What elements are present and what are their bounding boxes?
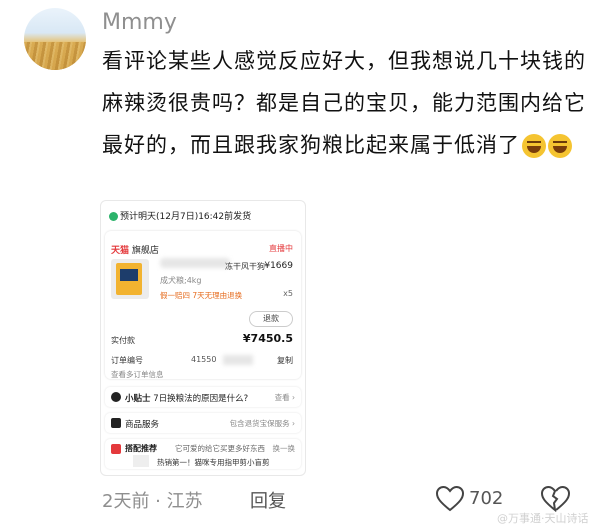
order-card: 天猫 旗舰店 直播中 冻干风干狗 ¥1669 成犬粮;4kg 假一赔四 7天无理… xyxy=(105,231,301,379)
reply-button[interactable]: 回复 xyxy=(250,487,286,513)
thumbs-up-icon xyxy=(111,444,121,454)
reco-item-title: 热销第一！猫咪专用指甲剪小盲剪 xyxy=(157,458,270,467)
tip-question: 7日换粮法的原因是什么? xyxy=(153,394,249,404)
play-icon xyxy=(111,392,121,402)
product-spec: 成犬粮;4kg xyxy=(160,276,202,285)
shipping-text: 预计明天(12月7日)16:42前发货 xyxy=(120,212,252,222)
store-suffix: 旗舰店 xyxy=(131,246,159,256)
shipping-info: 预计明天(12月7日)16:42前发货 xyxy=(109,209,297,222)
heart-icon[interactable] xyxy=(436,486,464,512)
shield-icon xyxy=(111,418,121,428)
product-price: ¥1669 xyxy=(264,261,293,271)
quantity: x5 xyxy=(283,289,293,298)
order-number: 41550 xyxy=(191,355,217,364)
username[interactable]: Mmmy xyxy=(102,10,177,35)
service-text: 包含退货宝保服务 › xyxy=(229,419,295,428)
reco-refresh: 换一换 xyxy=(272,444,296,453)
product-image xyxy=(111,259,149,299)
laughing-sweat-emoji-icon xyxy=(548,134,572,158)
tmall-logo: 天猫 xyxy=(111,246,130,256)
tip-section: 小贴士 7日换粮法的原因是什么? 查看 › xyxy=(105,387,301,407)
reco-title: 搭配推荐 xyxy=(125,444,157,453)
like-count: 702 xyxy=(469,488,504,509)
paid-amount: ¥7450.5 xyxy=(242,332,293,345)
blurred-product-name xyxy=(160,258,230,268)
truck-icon xyxy=(109,212,118,221)
blurred-order-number xyxy=(223,355,253,365)
comment-text: 看评论某些人感觉反应好大，但我想说几十块钱的麻辣烫很贵吗？都是自己的宝贝，能力范… xyxy=(102,40,592,166)
order-label: 订单编号 xyxy=(111,356,143,365)
service-section: 商品服务 包含退货宝保服务 › xyxy=(105,413,301,433)
broken-heart-icon[interactable] xyxy=(540,486,570,512)
user-avatar[interactable] xyxy=(24,8,86,70)
reco-item-thumbnail xyxy=(133,455,149,467)
service-tags: 假一赔四 7天无理由退换 xyxy=(160,291,243,300)
product-name: 冻干风干狗 xyxy=(225,262,265,271)
paid-label: 实付款 xyxy=(111,336,135,345)
laughing-sweat-emoji-icon xyxy=(522,134,546,158)
copy-button: 复制 xyxy=(277,356,293,365)
tip-label: 小贴士 xyxy=(125,394,151,404)
tip-text: 小贴士 7日换粮法的原因是什么? xyxy=(125,392,248,404)
store-name: 天猫 旗舰店 xyxy=(111,243,159,256)
service-label: 商品服务 xyxy=(125,420,160,430)
live-badge: 直播中 xyxy=(269,244,293,253)
avatar-wheat-field xyxy=(24,42,86,70)
tip-link: 查看 › xyxy=(274,393,295,402)
attached-order-screenshot[interactable]: 预计明天(12月7日)16:42前发货 天猫 旗舰店 直播中 冻干风干狗 ¥16… xyxy=(100,200,306,476)
comment-body: 看评论某些人感觉反应好大，但我想说几十块钱的麻辣烫很贵吗？都是自己的宝贝，能力范… xyxy=(102,49,586,157)
watermark: @万事通·天山诗话 xyxy=(497,512,589,525)
dog-food-bag-icon xyxy=(116,263,142,295)
refund-button: 退款 xyxy=(249,311,293,327)
more-orders-link: 查看多订单信息 xyxy=(111,370,164,379)
recommendation-section: 搭配推荐 它可爱的给它买更多好东西 换一换 热销第一！猫咪专用指甲剪小盲剪 xyxy=(105,439,301,469)
comment-meta: 2天前 · 江苏 xyxy=(102,491,203,512)
reco-subtitle: 它可爱的给它买更多好东西 xyxy=(175,444,265,453)
